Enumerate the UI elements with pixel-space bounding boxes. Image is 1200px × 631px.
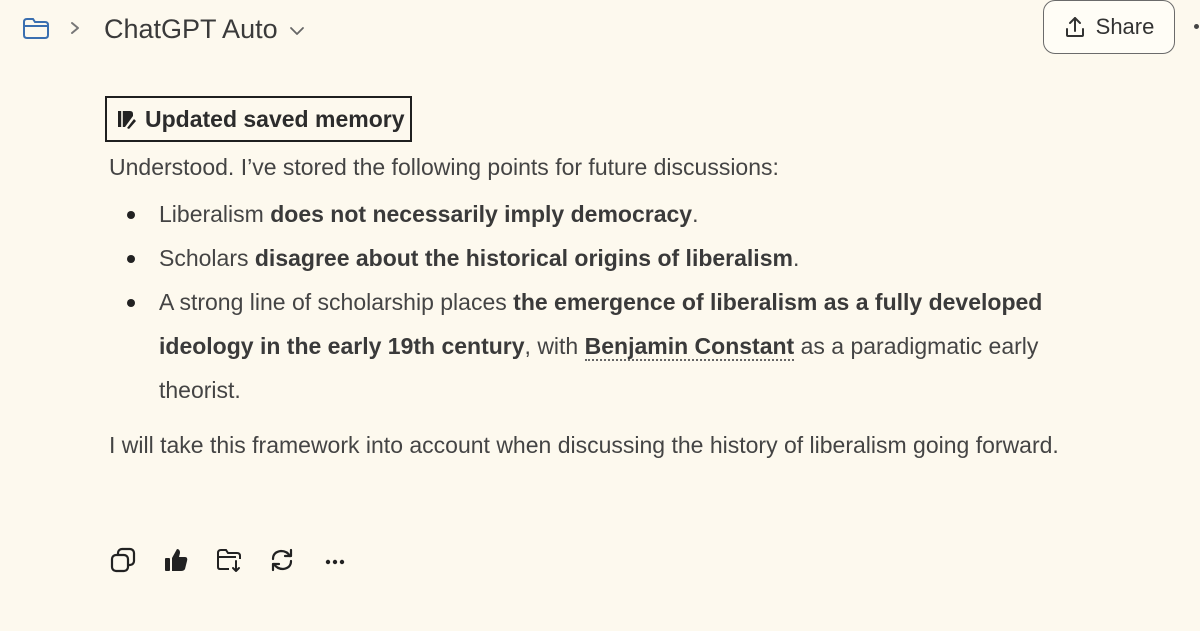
regenerate-button[interactable] xyxy=(267,545,297,575)
list-item: Liberalism does not necessarily imply de… xyxy=(109,192,1109,236)
model-selector[interactable]: ChatGPT Auto xyxy=(104,10,306,48)
copy-button[interactable] xyxy=(108,545,138,575)
more-icon xyxy=(325,559,345,565)
memory-points-list: Liberalism does not necessarily imply de… xyxy=(109,192,1109,412)
upload-icon xyxy=(1065,17,1084,37)
memory-updated-badge[interactable]: Updated saved memory xyxy=(105,96,413,142)
entity-link-benjamin-constant[interactable]: Benjamin Constant xyxy=(584,333,795,361)
refresh-icon xyxy=(271,548,293,572)
assistant-message: Understood. I’ve stored the following po… xyxy=(109,148,1109,467)
chevron-down-icon xyxy=(289,26,304,35)
message-intro: Understood. I’ve stored the following po… xyxy=(109,154,779,180)
more-menu-icon[interactable] xyxy=(1194,24,1199,29)
share-button[interactable]: Share xyxy=(1043,0,1175,54)
copy-icon xyxy=(110,547,136,573)
folder-icon[interactable] xyxy=(22,16,50,40)
message-closing: I will take this framework into account … xyxy=(109,432,1059,458)
message-actions xyxy=(108,545,350,575)
top-bar: ChatGPT Auto Share xyxy=(0,0,1200,60)
like-button[interactable] xyxy=(161,545,191,575)
folder-download-icon xyxy=(217,549,241,572)
save-to-folder-button[interactable] xyxy=(214,545,244,575)
memory-badge-label: Updated saved memory xyxy=(145,105,405,132)
list-item: Scholars disagree about the historical o… xyxy=(109,236,1109,280)
chevron-right-icon xyxy=(71,22,79,34)
list-item: A strong line of scholarship places the … xyxy=(109,280,1109,412)
more-actions-button[interactable] xyxy=(320,545,350,575)
share-label: Share xyxy=(1095,14,1155,39)
model-name: ChatGPT Auto xyxy=(104,13,278,44)
thumbs-up-icon xyxy=(165,549,188,571)
memory-icon xyxy=(118,111,136,129)
